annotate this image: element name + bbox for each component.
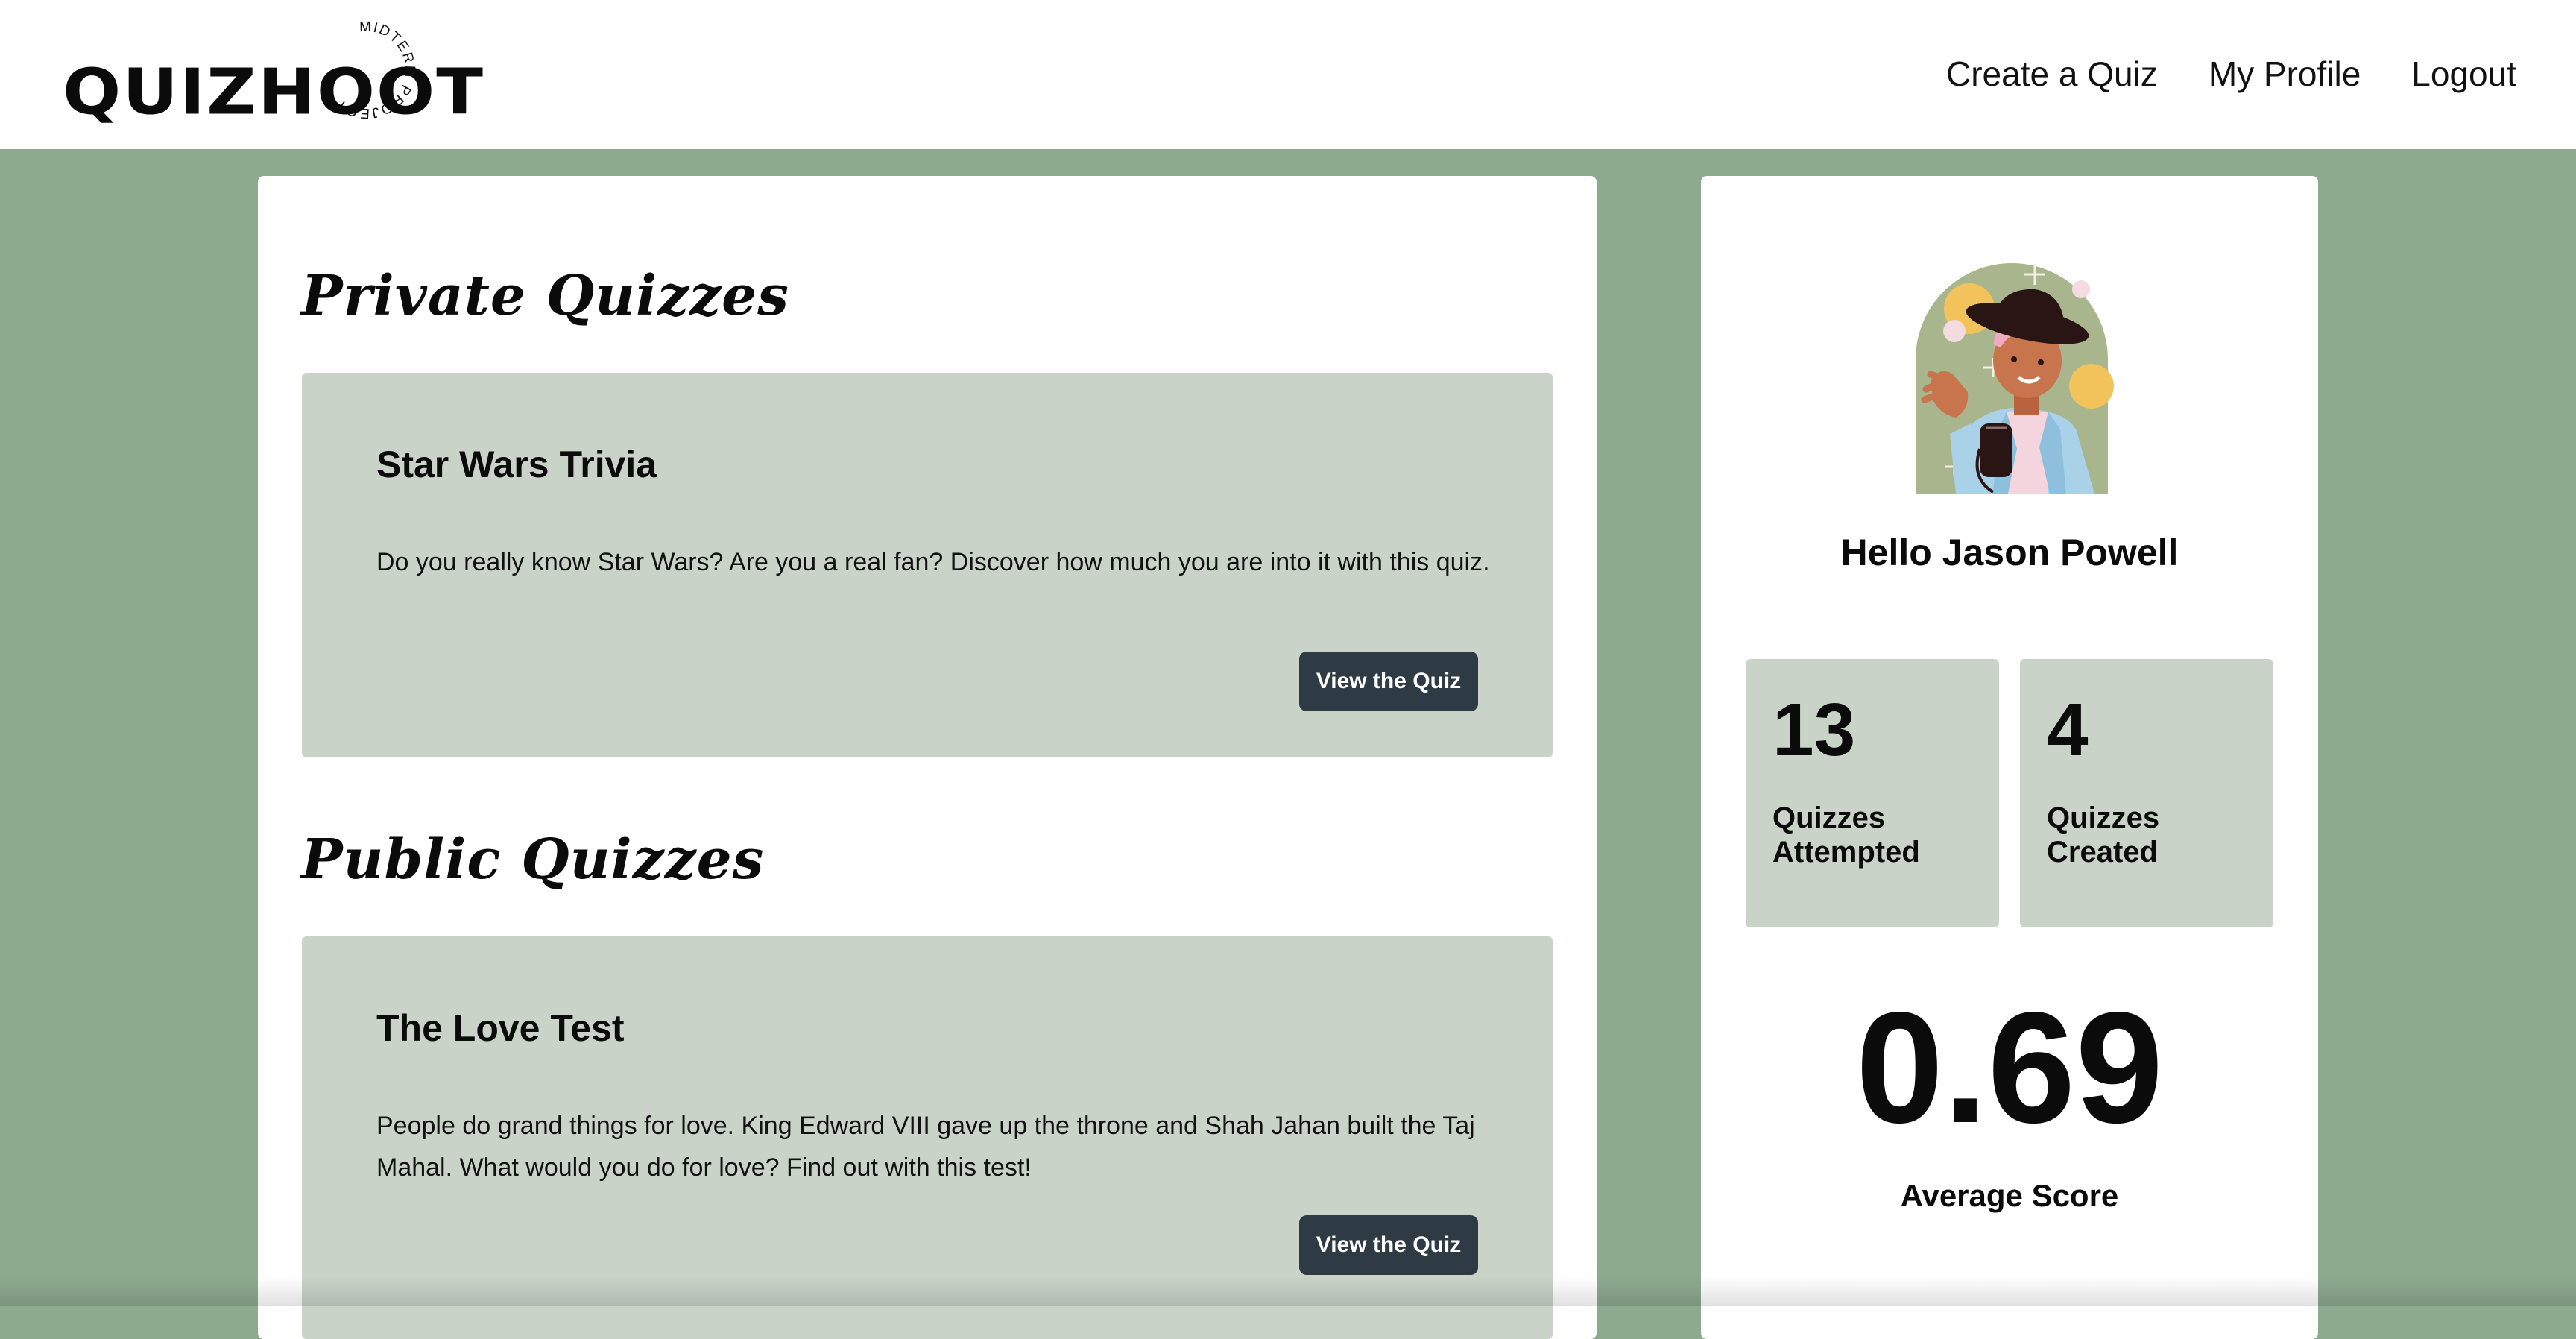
private-quizzes-heading: Private Quizzes bbox=[301, 264, 789, 328]
svg-text:MIDTERM PROJECT: MIDTERM PROJECT bbox=[332, 19, 417, 121]
quizhoot-logo[interactable]: QUIZHOOT MIDTERM PROJECT bbox=[63, 18, 483, 130]
nav-logout[interactable]: Logout bbox=[2411, 54, 2516, 94]
stat-value: 4 bbox=[2047, 688, 2089, 772]
stat-label: Quizzes Attempted bbox=[1772, 801, 1920, 869]
quiz-card-private: Star Wars Trivia Do you really know Star… bbox=[302, 373, 1553, 757]
stat-value: 13 bbox=[1772, 688, 1856, 772]
quiz-title: The Love Test bbox=[376, 1007, 625, 1049]
quizzes-panel: Private Quizzes Star Wars Trivia Do you … bbox=[258, 176, 1597, 1339]
average-score-label: Average Score bbox=[1900, 1178, 2119, 1213]
main-nav: Create a Quiz My Profile Logout bbox=[1946, 54, 2516, 94]
nav-my-profile[interactable]: My Profile bbox=[2209, 54, 2361, 94]
quiz-title: Star Wars Trivia bbox=[376, 444, 657, 485]
view-quiz-button[interactable]: View the Quiz bbox=[1299, 652, 1478, 711]
greeting: Hello Jason Powell bbox=[1840, 532, 2179, 573]
average-score-value: 0.69 bbox=[1855, 979, 2164, 1156]
logo-wordmark: QUIZHOOT bbox=[63, 55, 485, 129]
quiz-description: Do you really know Star Wars? Are you a … bbox=[376, 548, 1490, 576]
profile-panel: Hello Jason Powell 13 Quizzes Attempted … bbox=[1701, 176, 2318, 1339]
logo-ring-text: MIDTERM PROJECT bbox=[332, 19, 417, 121]
bottom-shadow bbox=[0, 1276, 2576, 1306]
top-header: QUIZHOOT MIDTERM PROJECT Create a Quiz M… bbox=[0, 0, 2576, 149]
view-quiz-button[interactable]: View the Quiz bbox=[1299, 1215, 1478, 1275]
quiz-description: People do grand things for love. King Ed… bbox=[376, 1112, 1475, 1182]
public-quizzes-heading: Public Quizzes bbox=[301, 828, 765, 892]
nav-create-quiz[interactable]: Create a Quiz bbox=[1946, 54, 2158, 94]
person-waving-avatar-icon bbox=[1916, 263, 2114, 494]
stat-quizzes-created: 4 Quizzes Created bbox=[2020, 659, 2273, 927]
stat-label: Quizzes Created bbox=[2047, 801, 2160, 869]
stat-quizzes-attempted: 13 Quizzes Attempted bbox=[1746, 659, 1999, 927]
